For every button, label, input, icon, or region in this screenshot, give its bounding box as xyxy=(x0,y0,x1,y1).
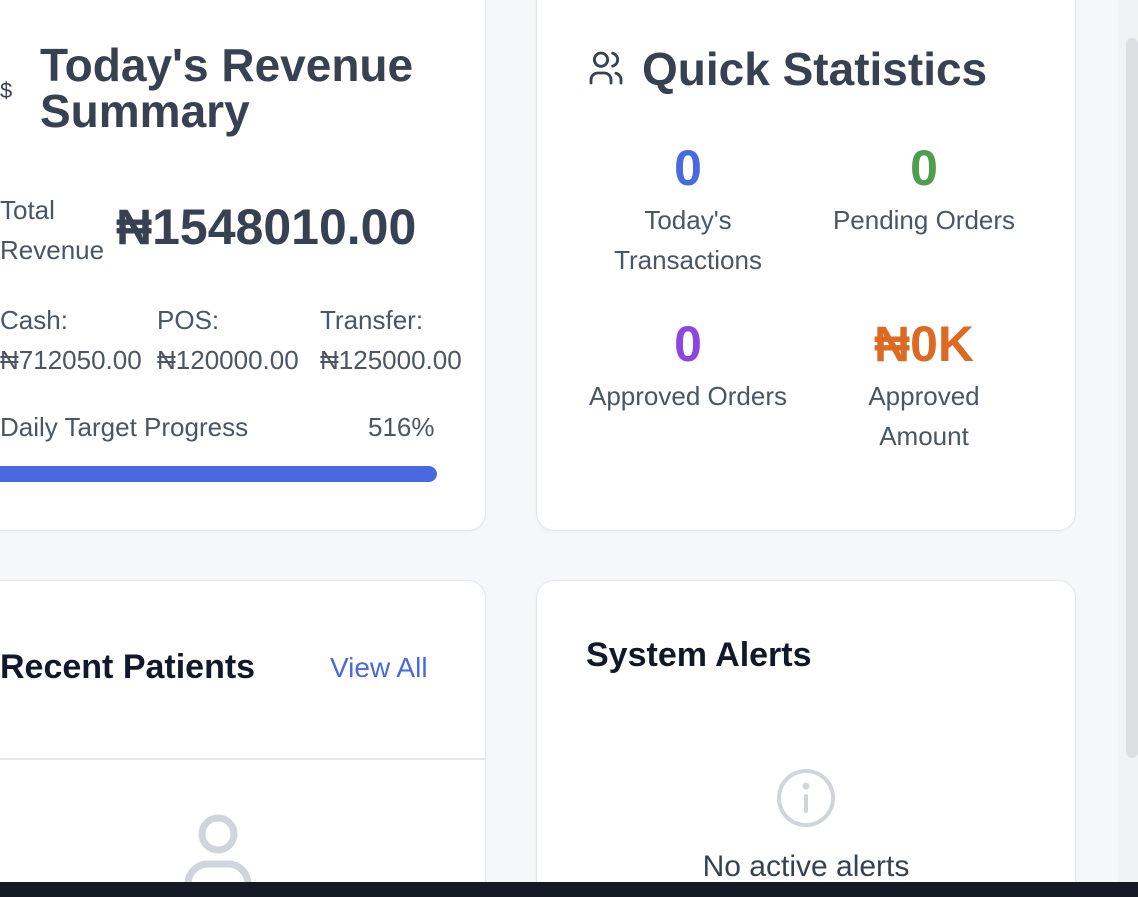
pos-breakdown: POS: ₦120000.00 xyxy=(157,300,327,380)
scrollbar-thumb[interactable] xyxy=(1126,38,1138,758)
revenue-summary-title: Today's Revenue Summary xyxy=(40,39,414,137)
pos-label: POS: xyxy=(157,305,220,335)
stat-label: Approved Orders xyxy=(589,381,787,411)
stat-approved-orders: 0 Approved Orders xyxy=(588,316,788,416)
recent-patients-title: Recent Patients xyxy=(0,648,256,686)
dollar-icon: $ xyxy=(0,78,13,103)
taskbar xyxy=(0,882,1138,897)
stat-value: 0 xyxy=(910,140,938,196)
transfer-label: Transfer: xyxy=(320,305,424,335)
daily-target-label: Daily Target Progress xyxy=(0,412,249,442)
total-revenue-label: Total Revenue xyxy=(0,195,105,265)
pos-value: ₦120000.00 xyxy=(157,345,299,375)
person-icon xyxy=(184,814,252,892)
cash-breakdown: Cash: ₦712050.00 xyxy=(0,300,160,380)
no-alerts-message: No active alerts xyxy=(702,850,910,883)
view-all-link[interactable]: View All xyxy=(330,652,428,684)
stat-todays-transactions: 0 Today's Transactions xyxy=(588,140,788,280)
transfer-breakdown: Transfer: ₦125000.00 xyxy=(320,300,490,380)
stat-approved-amount: ₦0K Approved Amount xyxy=(824,316,1024,456)
stat-label: Approved Amount xyxy=(868,381,980,451)
stat-label: Today's Transactions xyxy=(614,205,762,275)
divider xyxy=(0,758,486,760)
cash-value: ₦712050.00 xyxy=(0,345,142,375)
system-alerts-title: System Alerts xyxy=(586,636,812,674)
transfer-value: ₦125000.00 xyxy=(320,345,462,375)
stat-value: 0 xyxy=(674,140,702,196)
stat-pending-orders: 0 Pending Orders xyxy=(824,140,1024,240)
total-revenue-value: ₦1548010.00 xyxy=(116,199,417,255)
daily-target-progress-fill xyxy=(0,466,437,482)
stat-label: Pending Orders xyxy=(832,205,1016,235)
daily-target-progress-bar xyxy=(0,466,437,482)
cash-label: Cash: xyxy=(0,305,68,335)
info-icon xyxy=(777,769,835,827)
daily-target-percent: 516% xyxy=(368,412,435,442)
quick-statistics-title: Quick Statistics xyxy=(642,43,988,95)
stat-value: 0 xyxy=(674,316,702,372)
stat-value: ₦0K xyxy=(873,316,975,372)
users-icon xyxy=(589,51,623,85)
